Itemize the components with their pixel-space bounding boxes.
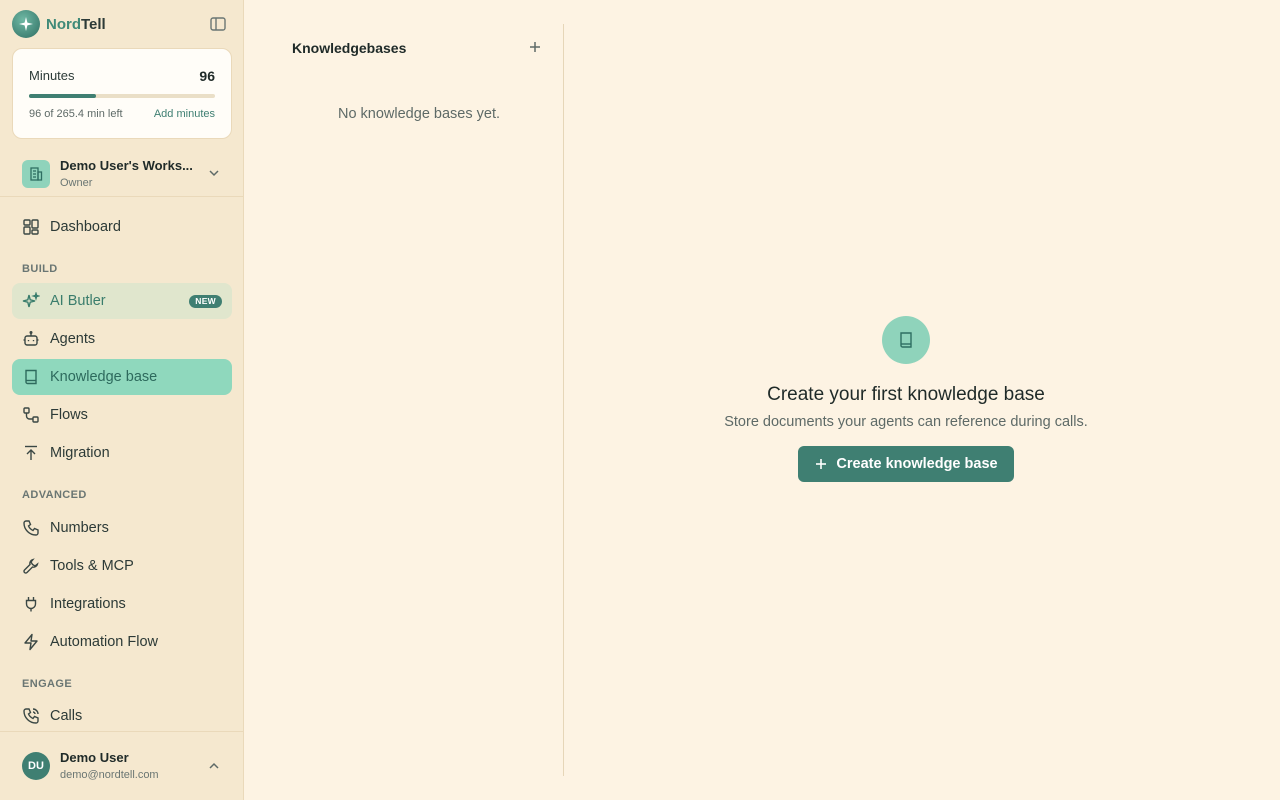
sidebar-item-numbers[interactable]: Numbers	[12, 510, 232, 546]
building-icon	[22, 160, 50, 188]
sidebar-item-integrations[interactable]: Integrations	[12, 586, 232, 622]
phone-call-icon	[22, 707, 40, 725]
workspace-role: Owner	[60, 177, 93, 189]
section-label-build: BUILD	[22, 263, 58, 275]
sidebar-item-dashboard[interactable]: Dashboard	[12, 209, 232, 245]
add-minutes-link[interactable]: Add minutes	[154, 108, 215, 120]
chevron-down-icon	[207, 166, 221, 180]
empty-state: Create your first knowledge base Store d…	[564, 316, 1248, 482]
chevron-up-icon	[207, 759, 221, 773]
sparkle-logo-icon	[12, 10, 40, 38]
knowledgebases-title: Knowledgebases	[292, 40, 407, 56]
minutes-progress-bar	[29, 94, 215, 98]
dashboard-grid-icon	[22, 218, 40, 236]
sidebar-item-label: Flows	[50, 407, 88, 423]
book-icon	[882, 316, 930, 364]
sidebar-item-label: Automation Flow	[50, 634, 158, 650]
sidebar-item-label: Knowledge base	[50, 369, 158, 385]
user-email: demo@nordtell.com	[60, 769, 159, 781]
sidebar-item-label: Tools & MCP	[50, 558, 134, 574]
plug-icon	[22, 595, 40, 613]
empty-state-title: Create your first knowledge base	[767, 384, 1045, 405]
knowledgebases-panel: Knowledgebases No knowledge bases yet.	[244, 0, 564, 800]
sidebar-item-migration[interactable]: Migration	[12, 435, 232, 471]
user-divider	[0, 731, 244, 732]
sidebar-toggle-icon[interactable]	[208, 14, 228, 34]
sparkles-icon	[22, 291, 41, 310]
plus-icon[interactable]	[528, 40, 542, 54]
create-button-label: Create knowledge base	[836, 456, 998, 472]
sidebar-item-label: AI Butler	[50, 293, 106, 309]
sidebar-item-label: Calls	[50, 708, 83, 724]
sidebar-item-tools-mcp[interactable]: Tools & MCP	[12, 548, 232, 584]
sidebar-item-label: Agents	[50, 331, 96, 347]
workspace-switcher[interactable]: Demo User's Works... Owner	[12, 152, 232, 192]
minutes-left-text: 96 of 265.4 min left	[29, 108, 123, 120]
sidebar-divider	[0, 196, 244, 197]
workspace-name: Demo User's Works...	[60, 158, 193, 173]
minutes-title: Minutes	[29, 68, 75, 83]
minutes-card: Minutes 96 96 of 265.4 min left Add minu…	[12, 48, 232, 139]
sidebar-item-calls[interactable]: Calls	[12, 698, 232, 734]
empty-state-subtitle: Store documents your agents can referenc…	[724, 414, 1088, 430]
sidebar-item-knowledge-base[interactable]: Knowledge base	[12, 359, 232, 395]
avatar: DU	[22, 752, 50, 780]
create-knowledge-base-button[interactable]: Create knowledge base	[798, 446, 1014, 482]
flows-icon	[22, 406, 40, 424]
sidebar-item-label: Dashboard	[50, 219, 121, 235]
sidebar-item-label: Migration	[50, 445, 110, 461]
section-label-engage: ENGAGE	[22, 678, 73, 690]
section-label-advanced: ADVANCED	[22, 489, 87, 501]
sidebar: NordTell Minutes 96 96 of 265.4 min left…	[0, 0, 244, 800]
brand[interactable]: NordTell	[12, 10, 106, 38]
brand-name: NordTell	[46, 15, 106, 33]
sidebar-item-label: Numbers	[50, 520, 109, 536]
plus-icon	[814, 457, 828, 471]
new-badge: NEW	[189, 295, 222, 308]
minutes-value: 96	[199, 68, 215, 84]
knowledgebases-empty-text: No knowledge bases yet.	[337, 106, 500, 122]
wrench-icon	[22, 557, 40, 575]
phone-icon	[22, 519, 40, 537]
book-icon	[22, 368, 40, 386]
sidebar-item-label: Integrations	[50, 596, 126, 612]
lightning-icon	[22, 633, 40, 651]
bot-icon	[22, 330, 40, 348]
user-name: Demo User	[60, 750, 129, 765]
sidebar-item-automation-flow[interactable]: Automation Flow	[12, 624, 232, 660]
minutes-progress-fill	[29, 94, 97, 98]
sidebar-item-flows[interactable]: Flows	[12, 397, 232, 433]
sidebar-item-ai-butler[interactable]: AI Butler NEW	[12, 283, 232, 319]
arrow-up-to-line-icon	[22, 444, 40, 462]
sidebar-item-agents[interactable]: Agents	[12, 321, 232, 357]
user-menu[interactable]: DU Demo User demo@nordtell.com	[12, 740, 232, 790]
